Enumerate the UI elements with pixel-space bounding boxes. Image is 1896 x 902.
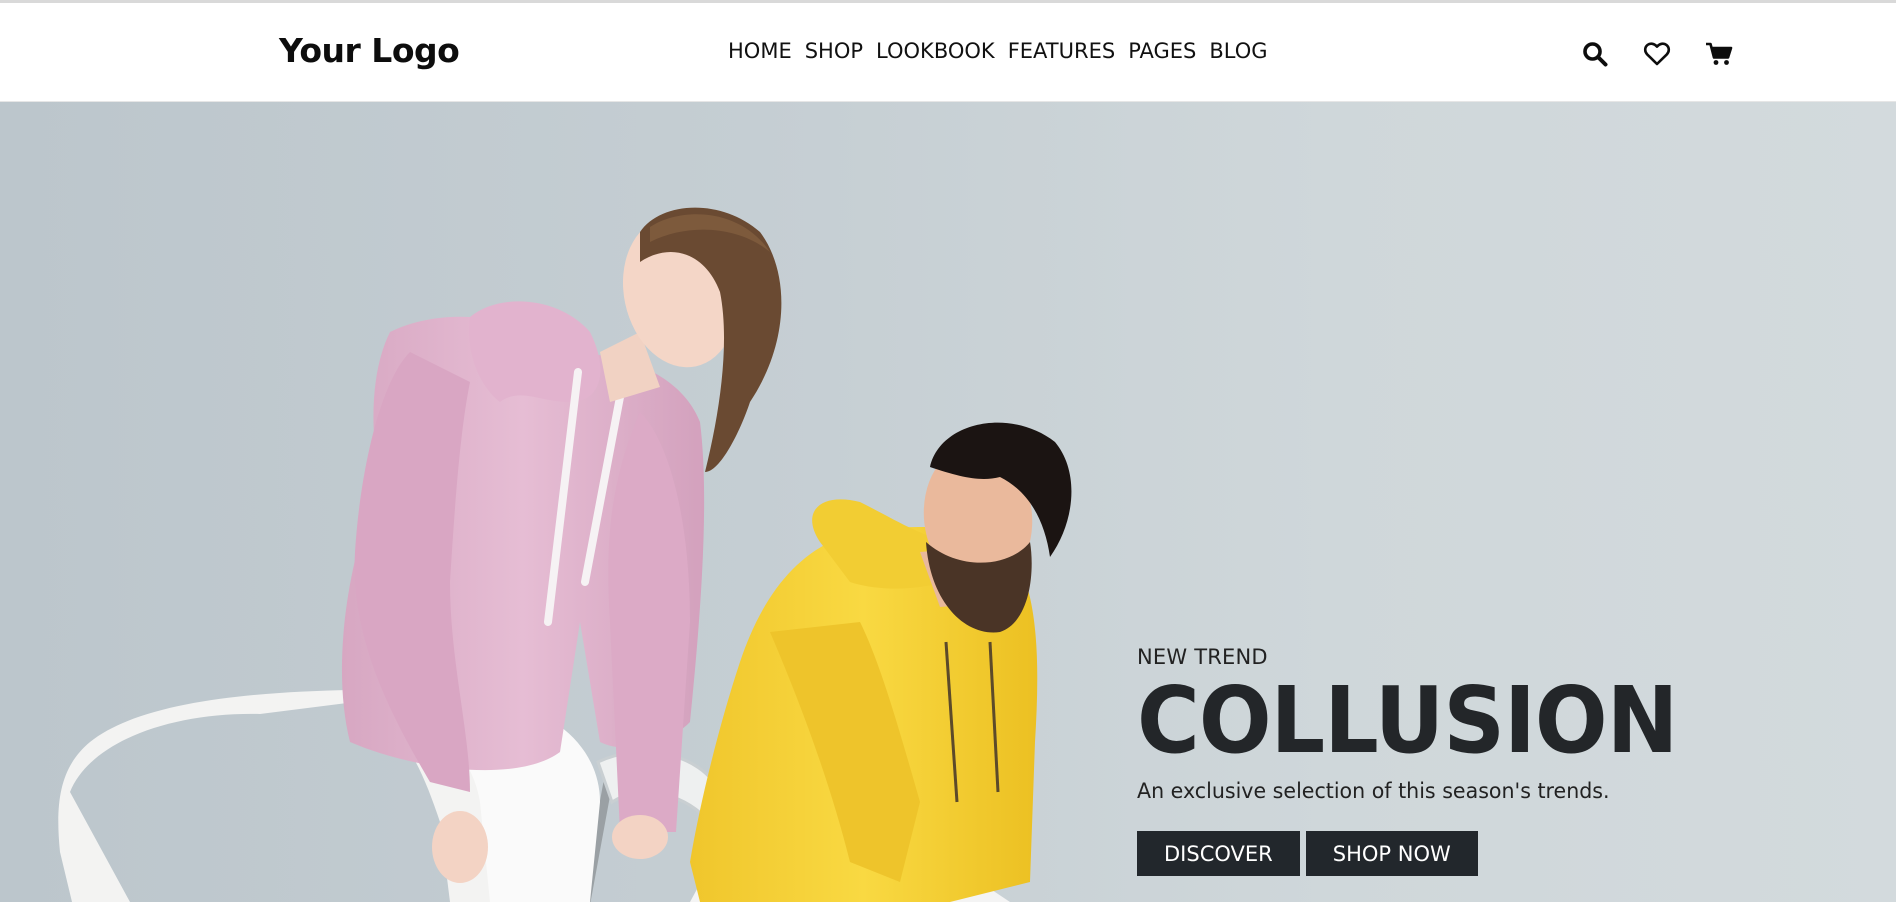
site-logo[interactable]: Your Logo bbox=[279, 31, 460, 70]
nav-blog[interactable]: BLOG bbox=[1209, 39, 1267, 63]
cart-icon[interactable] bbox=[1704, 39, 1734, 69]
nav-home[interactable]: HOME bbox=[728, 39, 792, 63]
site-header: Your Logo HOME SHOP LOOKBOOK FEATURES PA… bbox=[0, 3, 1896, 102]
nav-shop[interactable]: SHOP bbox=[805, 39, 863, 63]
hero-headline: COLLUSION bbox=[1137, 667, 1678, 774]
main-nav: HOME SHOP LOOKBOOK FEATURES PAGES BLOG bbox=[728, 39, 1281, 63]
nav-features[interactable]: FEATURES bbox=[1008, 39, 1115, 63]
heart-icon[interactable] bbox=[1642, 39, 1672, 69]
header-icons bbox=[1580, 39, 1766, 69]
hero-subhead: An exclusive selection of this season's … bbox=[1137, 779, 1610, 803]
hero-eyebrow: NEW TREND bbox=[1137, 645, 1268, 669]
discover-button[interactable]: DISCOVER bbox=[1137, 831, 1300, 876]
hero-models-image bbox=[58, 207, 1072, 902]
shop-now-button[interactable]: SHOP NOW bbox=[1305, 831, 1478, 876]
search-icon[interactable] bbox=[1580, 39, 1610, 69]
hero-cta-row: DISCOVER SHOP NOW bbox=[1137, 831, 1837, 876]
hero-banner: NEW TREND COLLUSION An exclusive selecti… bbox=[0, 102, 1896, 902]
nav-pages[interactable]: PAGES bbox=[1128, 39, 1196, 63]
nav-lookbook[interactable]: LOOKBOOK bbox=[876, 39, 995, 63]
hero-text: NEW TREND COLLUSION An exclusive selecti… bbox=[1137, 645, 1837, 876]
